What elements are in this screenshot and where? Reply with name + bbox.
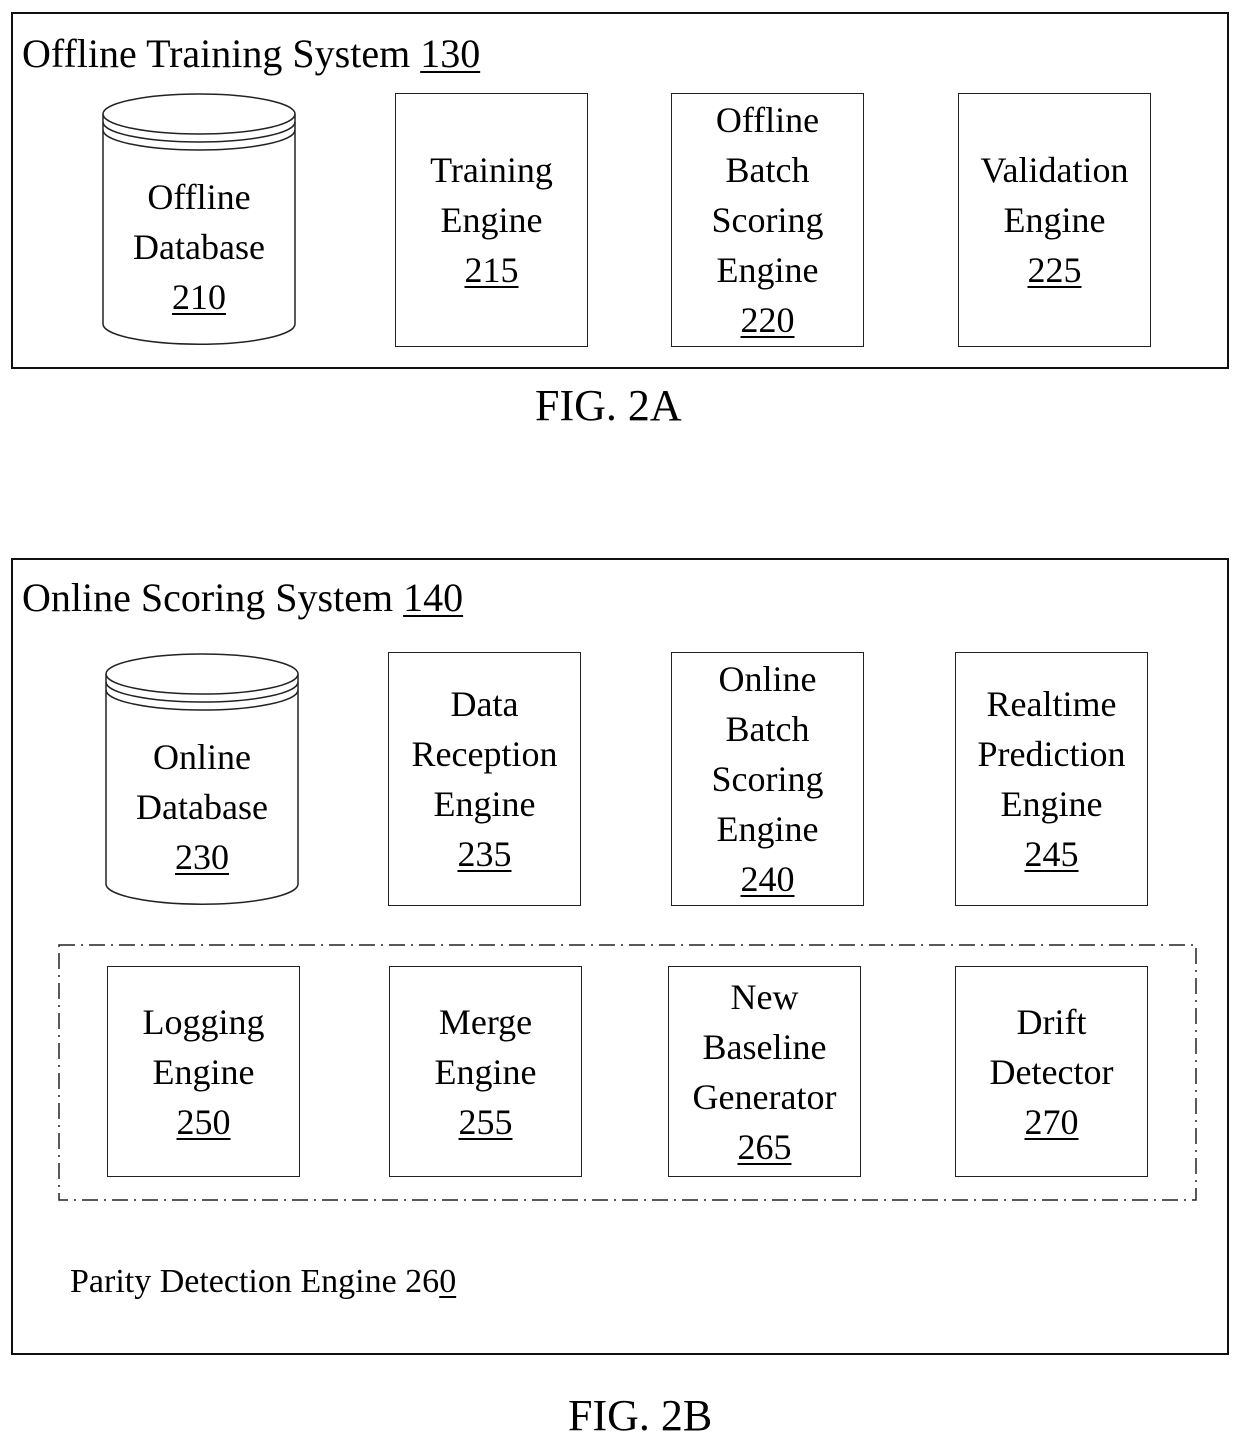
ref-number: 220 xyxy=(740,300,795,340)
realtime-prediction-engine: Realtime Prediction Engine 245 xyxy=(955,652,1148,906)
ref-number: 235 xyxy=(457,834,512,874)
data-reception-engine: Data Reception Engine 235 xyxy=(388,652,581,906)
ref-number: 240 xyxy=(740,859,795,899)
online-batch-scoring-engine: Online Batch Scoring Engine 240 xyxy=(671,652,864,906)
new-baseline-generator: New Baseline Generator 265 xyxy=(668,966,861,1177)
offline-batch-scoring-engine: Offline Batch Scoring Engine 220 xyxy=(671,93,864,347)
ref-number: 255 xyxy=(458,1101,513,1142)
ref-number: 0 xyxy=(439,1263,457,1300)
logging-engine: Logging Engine 250 xyxy=(107,966,300,1177)
validation-engine: Validation Engine 225 xyxy=(958,93,1151,347)
database-label: Online Database 230 xyxy=(104,732,300,882)
offline-database: Offline Database 210 xyxy=(101,92,297,348)
figure-caption-2a: FIG. 2A xyxy=(535,381,682,430)
ref-number: 230 xyxy=(175,837,229,877)
ref-number: 210 xyxy=(172,277,226,317)
offline-training-system-title: Offline Training System 130 xyxy=(22,31,481,76)
merge-engine: Merge Engine 255 xyxy=(389,966,582,1177)
ref-number: 265 xyxy=(737,1126,792,1167)
training-engine: Training Engine 215 xyxy=(395,93,588,347)
ref-number: 245 xyxy=(1024,834,1079,874)
drift-detector: Drift Detector 270 xyxy=(955,966,1148,1177)
online-scoring-system-title: Online Scoring System 140 xyxy=(22,575,464,620)
parity-detection-engine-label: Parity Detection Engine 260 xyxy=(70,1263,457,1300)
system-ref: 140 xyxy=(403,575,464,620)
online-database: Online Database 230 xyxy=(104,652,300,908)
ref-number: 215 xyxy=(464,250,519,290)
system-ref: 130 xyxy=(420,31,481,76)
database-label: Offline Database 210 xyxy=(101,172,297,322)
ref-number: 270 xyxy=(1024,1101,1079,1142)
ref-number: 250 xyxy=(176,1101,231,1142)
ref-number: 225 xyxy=(1027,250,1082,290)
figure-caption-2b: FIG. 2B xyxy=(568,1391,713,1440)
